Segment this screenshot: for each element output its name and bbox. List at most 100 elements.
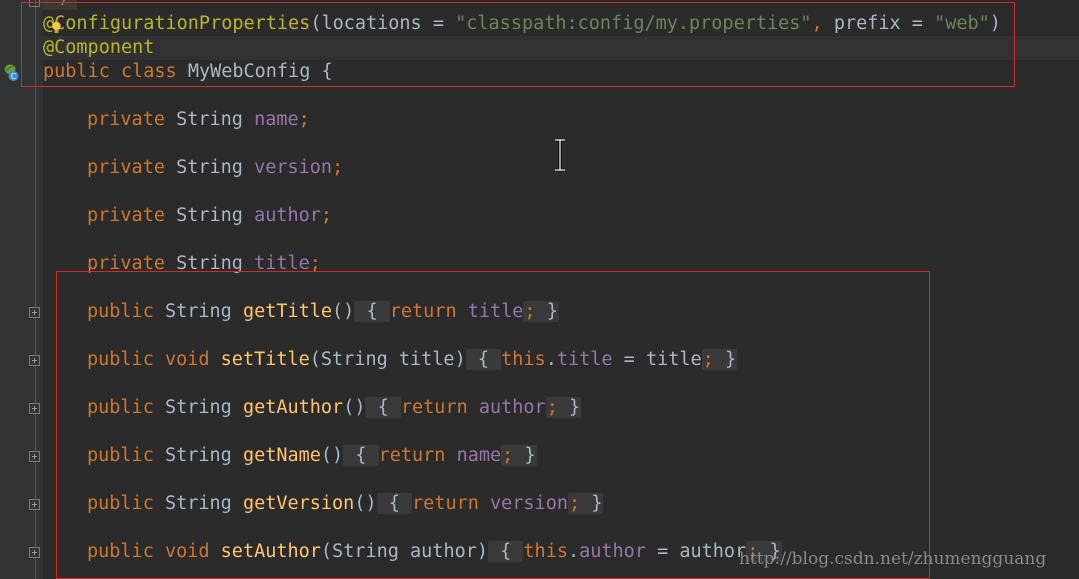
assignment: = author — [645, 541, 747, 562]
folded-body[interactable]: { — [488, 541, 524, 562]
code-line-method-set-title[interactable]: public void setTitle(String title) { thi… — [87, 348, 738, 372]
folded-body-end[interactable]: ; } — [545, 397, 582, 418]
field-name: author — [254, 205, 321, 226]
semicolon: ; — [320, 205, 333, 226]
method-name: setTitle — [220, 349, 310, 370]
keyword-this: this — [501, 349, 546, 370]
editor-gutter — [0, 0, 43, 579]
fold-toggle-icon[interactable] — [29, 355, 40, 366]
brace-open: { — [477, 349, 489, 370]
folded-body-end[interactable]: ; } — [523, 301, 559, 322]
keyword-return: return — [400, 397, 468, 418]
method-params: () — [354, 493, 377, 514]
field-name: name — [254, 109, 299, 130]
keyword-public: public — [43, 61, 110, 82]
method-params: () — [320, 445, 344, 466]
code-line-method-get-version[interactable]: public String getVersion() { return vers… — [87, 492, 604, 516]
fold-end-marker[interactable] — [29, 0, 40, 7]
folded-body[interactable]: { — [354, 301, 390, 322]
keyword-return: return — [389, 301, 457, 322]
code-line-method-set-author[interactable]: public void setAuthor(String author) { t… — [87, 540, 782, 564]
folded-body-end[interactable]: ; } — [701, 349, 738, 370]
keyword-class: class — [120, 61, 177, 82]
field-ref: version — [490, 493, 568, 514]
type-name: String — [176, 157, 243, 178]
semicolon: ; — [309, 253, 321, 274]
lightbulb-icon[interactable] — [51, 21, 62, 34]
folded-body[interactable]: { — [343, 445, 379, 466]
brace-close: } — [524, 445, 536, 466]
code-line-configuration-properties[interactable]: @ConfigurationProperties(locations = "cl… — [43, 12, 1001, 36]
code-line-component[interactable]: @Component — [43, 36, 154, 60]
paren-close: ) — [989, 13, 1001, 34]
string-prefix: "web" — [934, 13, 990, 34]
return-type: void — [164, 349, 210, 370]
return-type: String — [164, 445, 232, 466]
return-type: String — [164, 301, 232, 322]
gutter-divider — [35, 0, 36, 579]
string-locations: "classpath:config/my.properties" — [455, 13, 812, 34]
brace-close: } — [546, 301, 558, 322]
code-line-field-name[interactable]: private String name; — [87, 108, 310, 132]
fold-toggle-icon[interactable] — [29, 403, 40, 414]
code-line-field-version[interactable]: private String version; — [87, 156, 343, 180]
semicolon: ; — [546, 397, 558, 418]
watermark-text: http://blog.csdn.net/zhumengguang — [739, 549, 1047, 569]
keyword-private: private — [87, 205, 165, 226]
brace-open: { — [321, 61, 333, 82]
keyword-private: private — [87, 253, 165, 274]
folded-body[interactable]: { — [465, 349, 502, 370]
method-params: () — [343, 397, 366, 418]
brace-close: } — [724, 349, 737, 370]
brace-open: { — [355, 445, 367, 466]
code-line-field-author[interactable]: private String author; — [87, 204, 332, 228]
code-line-method-get-name[interactable]: public String getName() { return name; } — [87, 444, 537, 468]
field-ref: title — [556, 349, 613, 370]
brace-close: } — [568, 397, 581, 418]
code-line-field-title[interactable]: private String title; — [87, 252, 321, 276]
code-line-class-declaration[interactable]: public class MyWebConfig { — [43, 60, 333, 84]
brace-open: { — [377, 397, 389, 418]
return-type: String — [164, 397, 232, 418]
class-name: MyWebConfig — [187, 61, 311, 82]
semicolon: ; — [298, 109, 310, 130]
current-line-highlight — [43, 36, 1079, 60]
folded-body-end[interactable]: ; } — [501, 445, 537, 466]
fold-toggle-icon[interactable] — [29, 547, 40, 558]
fold-toggle-icon[interactable] — [29, 499, 40, 510]
keyword-public: public — [87, 445, 154, 466]
folded-body[interactable]: { — [365, 397, 401, 418]
return-type: String — [164, 493, 232, 514]
field-ref: name — [456, 445, 502, 466]
equals: = — [421, 13, 456, 34]
method-name: getAuthor — [242, 397, 344, 418]
keyword-public: public — [87, 493, 154, 514]
field-name: title — [254, 253, 310, 274]
param-prefix: prefix — [833, 13, 901, 34]
fold-toggle-icon[interactable] — [29, 307, 40, 318]
semicolon: ; — [702, 349, 714, 370]
folded-body[interactable]: { — [376, 493, 413, 514]
annotation-configuration-properties: @ConfigurationProperties — [43, 13, 311, 34]
spring-bean-icon[interactable]: C — [2, 62, 20, 82]
keyword-private: private — [87, 157, 165, 178]
brace-open: { — [366, 301, 378, 322]
field-ref: author — [478, 397, 546, 418]
code-line-method-get-title[interactable]: public String getTitle() { return title;… — [87, 300, 559, 324]
return-type: void — [164, 541, 210, 562]
folded-body-end[interactable]: ; } — [567, 493, 604, 514]
svg-text:C: C — [11, 72, 16, 81]
fold-toggle-icon[interactable] — [29, 451, 40, 462]
semicolon: ; — [502, 445, 514, 466]
method-name: setAuthor — [220, 541, 321, 562]
field-ref: author — [579, 541, 646, 562]
annotation-component: @Component — [43, 37, 155, 58]
method-name: getName — [242, 445, 321, 466]
code-line-method-get-author[interactable]: public String getAuthor() { return autho… — [87, 396, 582, 420]
keyword-public: public — [87, 349, 154, 370]
type-name: String — [176, 253, 243, 274]
keyword-public: public — [87, 397, 154, 418]
keyword-return: return — [412, 493, 479, 514]
field-ref: title — [467, 301, 524, 322]
keyword-public: public — [87, 301, 154, 322]
